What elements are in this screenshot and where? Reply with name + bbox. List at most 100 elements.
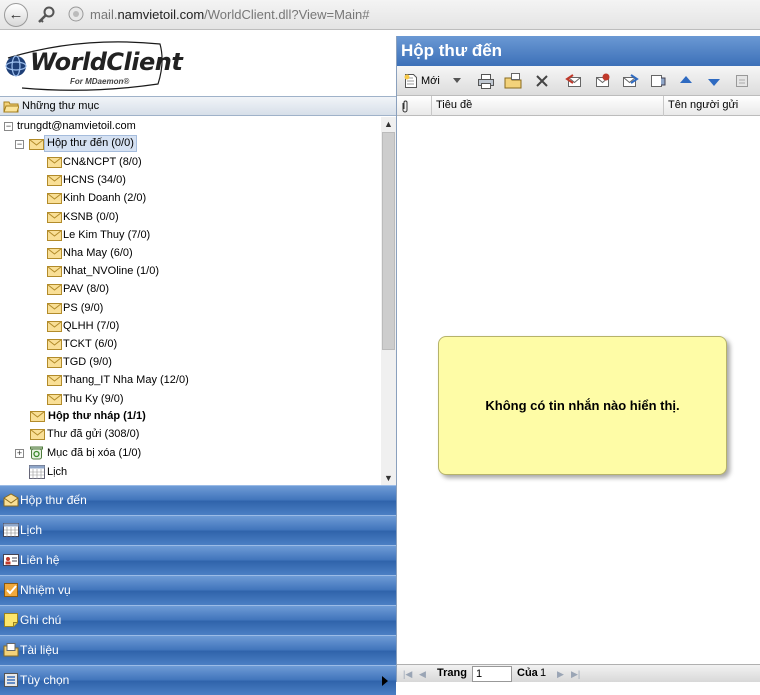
toolbar-more-icon[interactable]	[733, 72, 751, 90]
subject-column[interactable]: Tiêu đề	[431, 96, 663, 116]
subfolder-label: Thang_IT Nha May (12/0)	[63, 374, 189, 387]
note-icon	[4, 613, 18, 627]
new-message-button[interactable]: Mới	[403, 71, 440, 91]
envelope-icon	[47, 175, 62, 187]
forward-icon[interactable]	[621, 72, 639, 90]
subfolder-label: PAV (8/0)	[63, 283, 110, 296]
scroll-thumb[interactable]	[382, 132, 395, 350]
envelope-icon	[47, 357, 62, 369]
subfolder-item[interactable]: PS (9/0)	[0, 299, 300, 317]
subfolder-item[interactable]: PAV (8/0)	[0, 280, 300, 298]
envelope-icon	[47, 193, 62, 205]
account-row[interactable]: − trungdt@namvietoil.com	[0, 117, 300, 135]
nav-notes-label: Ghi chú	[20, 613, 62, 627]
globe-icon	[5, 55, 27, 77]
expand-arrow-icon[interactable]	[382, 676, 388, 686]
inbox-icon	[3, 493, 19, 507]
collapse-icon[interactable]: −	[15, 140, 24, 149]
drafts-label: Hộp thư nháp (1/1)	[48, 410, 146, 422]
nav-options-label: Tùy chọn	[20, 673, 70, 687]
key-icon[interactable]	[36, 5, 56, 25]
scroll-up-icon[interactable]: ▲	[381, 117, 396, 131]
next-page-icon[interactable]: ▶	[557, 669, 564, 679]
delete-icon[interactable]	[533, 72, 551, 90]
envelope-icon	[47, 320, 62, 332]
move-to-folder-icon[interactable]	[504, 72, 522, 90]
previous-message-icon[interactable]	[677, 72, 695, 90]
logo-subtitle: For MDaemon®	[70, 77, 130, 86]
nav-notes[interactable]: Ghi chú	[0, 605, 396, 635]
attachment-column[interactable]	[397, 96, 431, 116]
logo-text: WorldClient	[30, 48, 183, 76]
url-prefix: mail.	[90, 7, 118, 22]
nav-inbox[interactable]: Hộp thư đến	[0, 485, 396, 515]
reply-icon[interactable]	[565, 72, 583, 90]
previous-page-icon[interactable]: ◀	[419, 669, 426, 679]
next-message-icon[interactable]	[705, 72, 723, 90]
nav-tasks-label: Nhiệm vụ	[20, 583, 71, 597]
folders-header[interactable]: Những thư mục	[0, 96, 396, 116]
nav-calendar[interactable]: Lịch	[0, 515, 396, 545]
new-button-label: Mới	[421, 75, 440, 87]
subfolder-item[interactable]: Thu Ky (9/0)	[0, 390, 300, 408]
subfolder-item[interactable]: Kinh Doanh (2/0)	[0, 189, 300, 207]
nav-contacts[interactable]: Liên hệ	[0, 545, 396, 575]
last-page-icon[interactable]: ▶|	[571, 669, 580, 679]
first-page-icon[interactable]: |◀	[403, 669, 412, 679]
flag-icon[interactable]	[649, 72, 667, 90]
folder-inbox[interactable]: − Hộp thư đến (0/0)	[0, 135, 300, 153]
address-bar[interactable]: mail.namvietoil.com/WorldClient.dll?View…	[90, 7, 370, 22]
calendar-icon	[29, 465, 45, 479]
envelope-icon	[30, 411, 45, 422]
subfolder-item[interactable]: QLHH (7/0)	[0, 317, 300, 335]
subfolder-item[interactable]: Nha May (6/0)	[0, 244, 300, 262]
sender-column[interactable]: Tên người gửi	[663, 96, 760, 116]
subfolder-label: TCKT (6/0)	[63, 338, 118, 350]
subfolder-item[interactable]: HCNS (34/0)	[0, 171, 300, 189]
nav-options[interactable]: Tùy chọn	[0, 665, 396, 695]
folder-scrollbar[interactable]: ▲ ▼	[381, 117, 396, 485]
left-panel: WorldClient For MDaemon® Những thư mục −…	[0, 36, 397, 695]
folder-calendar[interactable]: Lịch	[0, 463, 300, 481]
print-icon[interactable]	[477, 72, 495, 90]
scroll-down-icon[interactable]: ▼	[381, 471, 396, 485]
subfolder-item[interactable]: Thang_IT Nha May (12/0)	[0, 371, 300, 389]
subfolder-item[interactable]: Nhat_NVOline (1/0)	[0, 262, 300, 280]
folder-drafts[interactable]: Hộp thư nháp (1/1)	[0, 407, 300, 425]
folder-trash[interactable]: + Mục đã bị xóa (1/0)	[0, 444, 300, 462]
page-label: Trang	[437, 667, 467, 679]
account-label: trungdt@namvietoil.com	[17, 120, 136, 132]
nav-documents[interactable]: Tài liệu	[0, 635, 396, 665]
back-button[interactable]: ←	[4, 3, 28, 27]
reply-all-icon[interactable]	[593, 72, 611, 90]
subfolder-item[interactable]: KSNB (0/0)	[0, 208, 300, 226]
envelope-icon	[29, 139, 44, 150]
subfolder-label: QLHH (7/0)	[63, 319, 120, 332]
page-icon	[68, 6, 84, 22]
subfolder-item[interactable]: Le Kim Thuy (7/0)	[0, 226, 300, 244]
subfolder-item[interactable]: CN&NCPT (8/0)	[0, 153, 300, 171]
attachment-icon	[402, 100, 408, 113]
folder-sent[interactable]: Thư đã gửi (308/0)	[0, 425, 300, 443]
options-icon	[4, 673, 18, 687]
open-folder-icon	[3, 101, 19, 113]
collapse-icon[interactable]: −	[4, 122, 13, 131]
subfolder-item[interactable]: TCKT (6/0)	[0, 335, 300, 353]
sender-column-label: Tên người gửi	[668, 99, 739, 111]
envelope-icon	[47, 375, 62, 387]
subfolder-item[interactable]: TGD (9/0)	[0, 353, 300, 371]
subject-column-label: Tiêu đề	[436, 99, 473, 111]
envelope-icon	[30, 429, 45, 440]
page-input[interactable]	[472, 666, 512, 682]
subfolder-label: PS (9/0)	[63, 301, 104, 314]
page-total: 1	[540, 667, 547, 679]
empty-message-text: Không có tin nhắn nào hiển thị.	[485, 398, 680, 413]
nav-tasks[interactable]: Nhiệm vụ	[0, 575, 396, 605]
expand-icon[interactable]: +	[15, 449, 24, 458]
documents-folder-icon	[3, 643, 19, 657]
message-toolbar: Mới	[397, 66, 760, 96]
new-dropdown-icon[interactable]	[453, 78, 461, 83]
page-title: Hộp thư đến	[397, 36, 760, 66]
subfolder-label: Thu Ky (9/0)	[63, 392, 124, 405]
contact-card-icon	[3, 554, 19, 566]
